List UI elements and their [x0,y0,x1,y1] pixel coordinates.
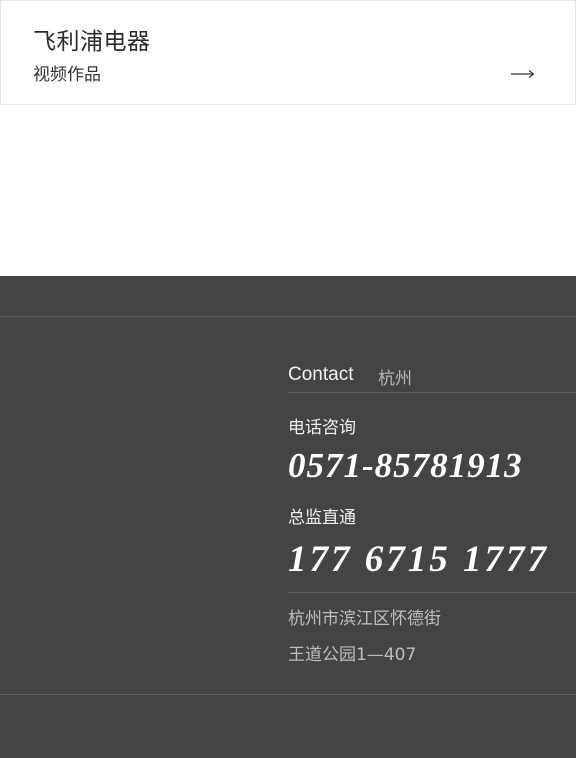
hotline-number[interactable]: 0571-85781913 [288,446,523,486]
long-arrow-right-icon[interactable] [510,67,536,81]
contact-city: 杭州 [378,369,412,389]
phone-divider [288,592,576,593]
director-number[interactable]: 177 6715 1777 [288,538,549,581]
footer-top-divider [0,316,576,317]
project-title[interactable]: 飞利浦电器 [33,22,151,56]
project-card[interactable]: 飞利浦电器 视频作品 [0,0,576,105]
hotline-label: 电话咨询 [288,418,356,438]
project-category: 视频作品 [33,65,101,85]
footer-bottom-divider [0,694,576,695]
contact-divider [288,392,576,393]
address-line-2: 王道公园1—407 [288,645,417,665]
page: 飞利浦电器 视频作品 Contact 杭州 电话咨询 0571-85781913… [0,0,576,758]
director-label: 总监直通 [288,508,356,528]
contact-label: Contact [288,364,354,385]
footer: Contact 杭州 电话咨询 0571-85781913 总监直通 177 6… [0,276,576,758]
address-line-1: 杭州市滨江区怀德街 [288,609,441,629]
